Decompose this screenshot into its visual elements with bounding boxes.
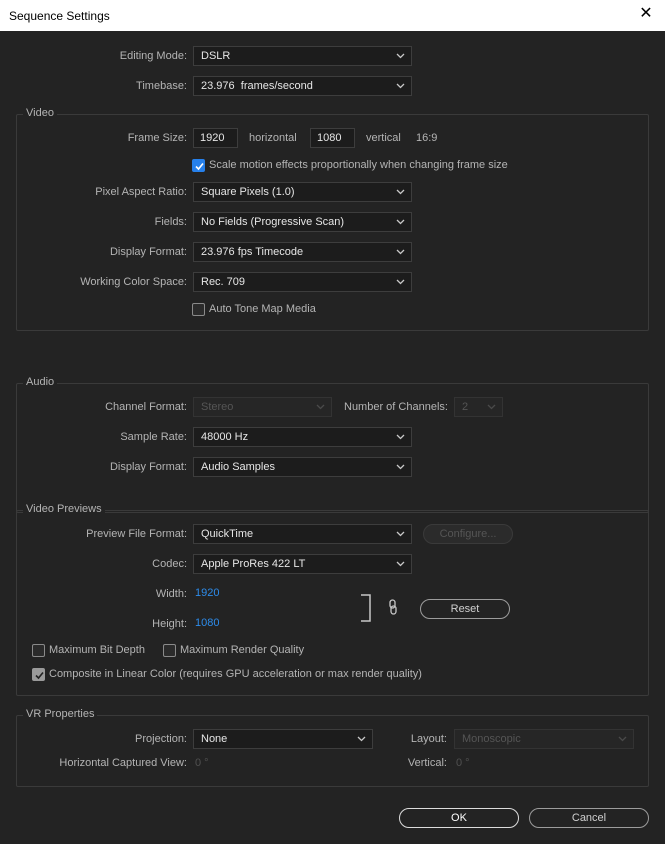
reset-button[interactable]: Reset — [420, 599, 510, 619]
close-icon[interactable]: ✕ — [637, 5, 655, 23]
color-space-value: Rec. 709 — [201, 276, 246, 288]
checkmark-icon — [35, 671, 44, 680]
audio-group-title: Audio — [23, 376, 58, 388]
max-bit-depth-label: Maximum Bit Depth — [49, 644, 145, 656]
video-display-format-dropdown[interactable]: 23.976 fps Timecode — [193, 242, 412, 262]
pixel-aspect-label: Pixel Aspect Ratio: — [95, 186, 187, 198]
fields-value: No Fields (Progressive Scan) — [201, 216, 345, 228]
chevron-down-icon — [396, 531, 405, 537]
frame-width-input[interactable]: 1920 — [193, 128, 238, 148]
audio-display-format-dropdown[interactable]: Audio Samples — [193, 457, 412, 477]
sample-rate-label: Sample Rate: — [120, 431, 187, 443]
timebase-label: Timebase: — [136, 80, 187, 92]
video-display-format-label: Display Format: — [109, 246, 187, 258]
dialog-body: Editing Mode: DSLR Timebase: 23.976 fram… — [0, 31, 665, 844]
chevron-down-icon — [396, 53, 405, 59]
vertical-label: vertical — [366, 132, 401, 144]
vr-vertical-value: 0 ° — [456, 757, 470, 769]
title-bar: Sequence Settings ✕ — [0, 0, 665, 31]
projection-value: None — [201, 733, 228, 745]
sample-rate-dropdown[interactable]: 48000 Hz — [193, 427, 412, 447]
vr-properties-group — [16, 715, 649, 787]
configure-button[interactable]: Configure... — [423, 524, 513, 544]
ok-button[interactable]: OK — [399, 808, 519, 828]
width-value[interactable]: 1920 — [195, 587, 219, 599]
checkmark-icon — [195, 162, 204, 171]
layout-label: Layout: — [410, 733, 447, 745]
preview-file-format-dropdown[interactable]: QuickTime — [193, 524, 412, 544]
width-label: Width: — [155, 588, 187, 600]
num-channels-dropdown[interactable]: 2 — [454, 397, 503, 417]
horizontal-label: horizontal — [249, 132, 297, 144]
codec-value: Apple ProRes 422 LT — [201, 558, 306, 570]
timebase-dropdown[interactable]: 23.976 frames/second — [193, 76, 412, 96]
cancel-button[interactable]: Cancel — [529, 808, 649, 828]
scale-motion-checkbox[interactable] — [192, 159, 205, 172]
num-channels-value: 2 — [462, 401, 469, 413]
video-previews-group-title: Video Previews — [23, 503, 105, 515]
vr-properties-group-title: VR Properties — [23, 708, 98, 720]
aspect-ratio-text: 16:9 — [416, 132, 438, 144]
scale-motion-label: Scale motion effects proportionally when… — [209, 159, 508, 171]
chevron-down-icon — [316, 404, 325, 410]
link-icon[interactable] — [388, 599, 398, 615]
video-display-format-value: 23.976 fps Timecode — [201, 246, 304, 258]
composite-linear-label: Composite in Linear Color (requires GPU … — [49, 668, 422, 680]
frame-height-input[interactable]: 1080 — [310, 128, 355, 148]
audio-display-format-label: Display Format: — [109, 461, 187, 473]
preview-file-format-value: QuickTime — [201, 528, 254, 540]
channel-format-value: Stereo — [201, 401, 234, 413]
composite-linear-checkbox[interactable] — [32, 668, 45, 681]
chevron-down-icon — [396, 249, 405, 255]
chevron-down-icon — [396, 561, 405, 567]
num-channels-label: Number of Channels: — [344, 401, 448, 413]
fields-dropdown[interactable]: No Fields (Progressive Scan) — [193, 212, 412, 232]
chevron-down-icon — [396, 219, 405, 225]
chevron-down-icon — [618, 736, 627, 742]
preview-file-format-label: Preview File Format: — [86, 528, 187, 540]
projection-label: Projection: — [135, 733, 187, 745]
chevron-down-icon — [396, 434, 405, 440]
pixel-aspect-dropdown[interactable]: Square Pixels (1.0) — [193, 182, 412, 202]
max-render-quality-checkbox[interactable] — [163, 644, 176, 657]
codec-dropdown[interactable]: Apple ProRes 422 LT — [193, 554, 412, 574]
auto-tone-label: Auto Tone Map Media — [209, 303, 316, 315]
layout-value: Monoscopic — [462, 733, 521, 745]
video-group-title: Video — [23, 107, 57, 119]
color-space-dropdown[interactable]: Rec. 709 — [193, 272, 412, 292]
chevron-down-icon — [487, 404, 496, 410]
sample-rate-value: 48000 Hz — [201, 431, 249, 443]
link-bracket-icon — [361, 594, 371, 622]
vr-vertical-label: Vertical: — [407, 757, 447, 769]
pixel-aspect-value: Square Pixels (1.0) — [201, 186, 295, 198]
chevron-down-icon — [396, 83, 405, 89]
channel-format-label: Channel Format: — [105, 401, 187, 413]
h-captured-view-label: Horizontal Captured View: — [59, 757, 187, 769]
chevron-down-icon — [396, 279, 405, 285]
projection-dropdown[interactable]: None — [193, 729, 373, 749]
chevron-down-icon — [357, 736, 366, 742]
timebase-value: 23.976 frames/second — [201, 80, 313, 92]
window-title: Sequence Settings — [9, 9, 110, 23]
chevron-down-icon — [396, 464, 405, 470]
auto-tone-checkbox[interactable] — [192, 303, 205, 316]
codec-label: Codec: — [152, 558, 187, 570]
layout-dropdown[interactable]: Monoscopic — [454, 729, 634, 749]
h-captured-view-value: 0 ° — [195, 757, 209, 769]
color-space-label: Working Color Space: — [80, 276, 187, 288]
editing-mode-label: Editing Mode: — [119, 50, 187, 62]
chevron-down-icon — [396, 189, 405, 195]
height-label: Height: — [152, 618, 187, 630]
height-value[interactable]: 1080 — [195, 617, 219, 629]
channel-format-dropdown[interactable]: Stereo — [193, 397, 332, 417]
audio-display-format-value: Audio Samples — [201, 461, 275, 473]
editing-mode-dropdown[interactable]: DSLR — [193, 46, 412, 66]
max-bit-depth-checkbox[interactable] — [32, 644, 45, 657]
frame-size-label: Frame Size: — [127, 132, 187, 144]
editing-mode-value: DSLR — [201, 50, 231, 62]
max-render-quality-label: Maximum Render Quality — [180, 644, 305, 656]
fields-label: Fields: — [154, 216, 187, 228]
